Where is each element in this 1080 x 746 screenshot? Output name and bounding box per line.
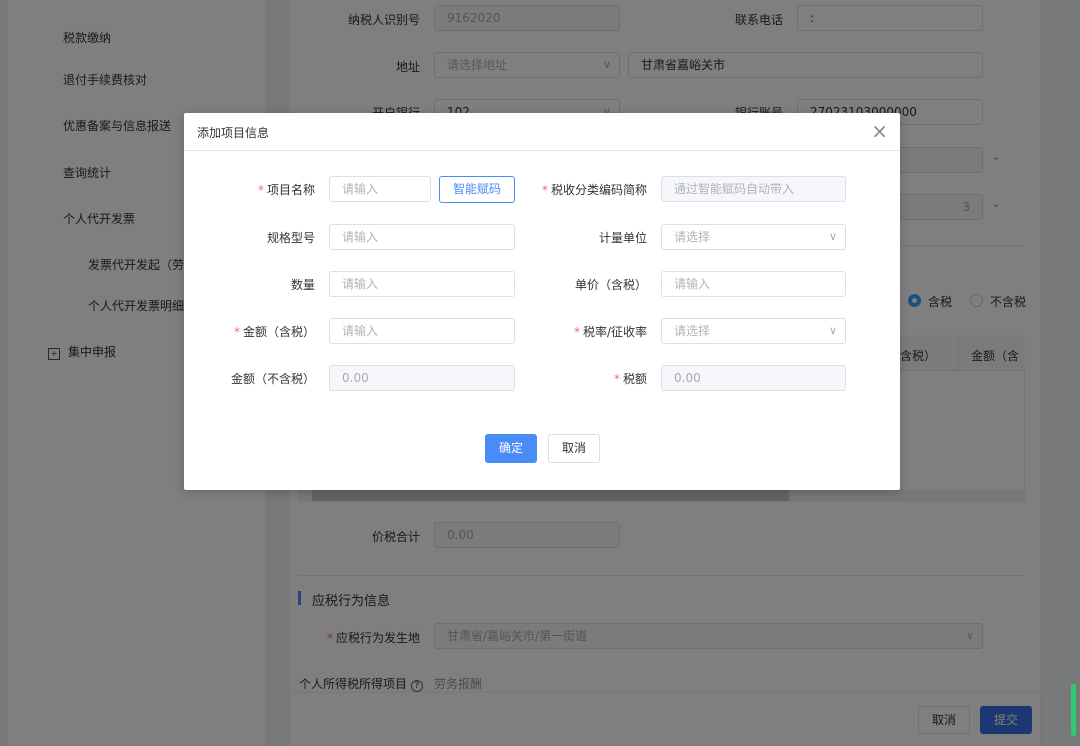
price-label: 单价（含税） xyxy=(574,278,647,292)
unit-label: 计量单位 xyxy=(598,231,647,245)
qty-label: 数量 xyxy=(290,278,315,292)
amount-incl-input[interactable]: 请输入 xyxy=(329,318,515,344)
tax-amount-field: 0.00 xyxy=(661,365,846,391)
item-name-input[interactable]: 请输入 xyxy=(329,176,431,202)
amount-excl-field: 0.00 xyxy=(329,365,515,391)
dialog-header: 添加项目信息 × xyxy=(184,113,900,151)
rate-label: * 税率/征收率 xyxy=(573,325,647,339)
item-name-label: * 项目名称 xyxy=(257,183,315,197)
amount-incl-label: * 金额（含税） xyxy=(233,325,315,339)
smart-code-button[interactable]: 智能赋码 xyxy=(439,176,515,203)
close-icon[interactable]: × xyxy=(871,119,888,143)
confirm-button[interactable]: 确定 xyxy=(485,434,537,463)
tax-amount-label: * 税额 xyxy=(613,372,647,386)
dialog-cancel-button[interactable]: 取消 xyxy=(548,434,600,463)
tax-code-field: 通过智能赋码自动带入 xyxy=(661,176,846,202)
qty-input[interactable]: 请输入 xyxy=(329,271,515,297)
amount-excl-label: 金额（不含税） xyxy=(230,372,315,386)
rate-select[interactable]: 请选择 ∨ xyxy=(661,318,846,344)
tax-code-label: * 税收分类编码简称 xyxy=(541,183,647,197)
unit-select[interactable]: 请选择 ∨ xyxy=(661,224,846,250)
dialog-title: 添加项目信息 xyxy=(197,126,270,140)
scroll-indicator[interactable] xyxy=(1071,684,1076,736)
add-item-dialog: 添加项目信息 × * 项目名称 请输入 智能赋码 * 税收分类编码简称 通过智能赋码… xyxy=(184,113,900,490)
spec-label: 规格型号 xyxy=(266,231,315,245)
chevron-down-icon: ∨ xyxy=(828,230,837,243)
chevron-down-icon: ∨ xyxy=(828,324,837,337)
price-input[interactable]: 请输入 xyxy=(661,271,846,297)
spec-input[interactable]: 请输入 xyxy=(329,224,515,250)
